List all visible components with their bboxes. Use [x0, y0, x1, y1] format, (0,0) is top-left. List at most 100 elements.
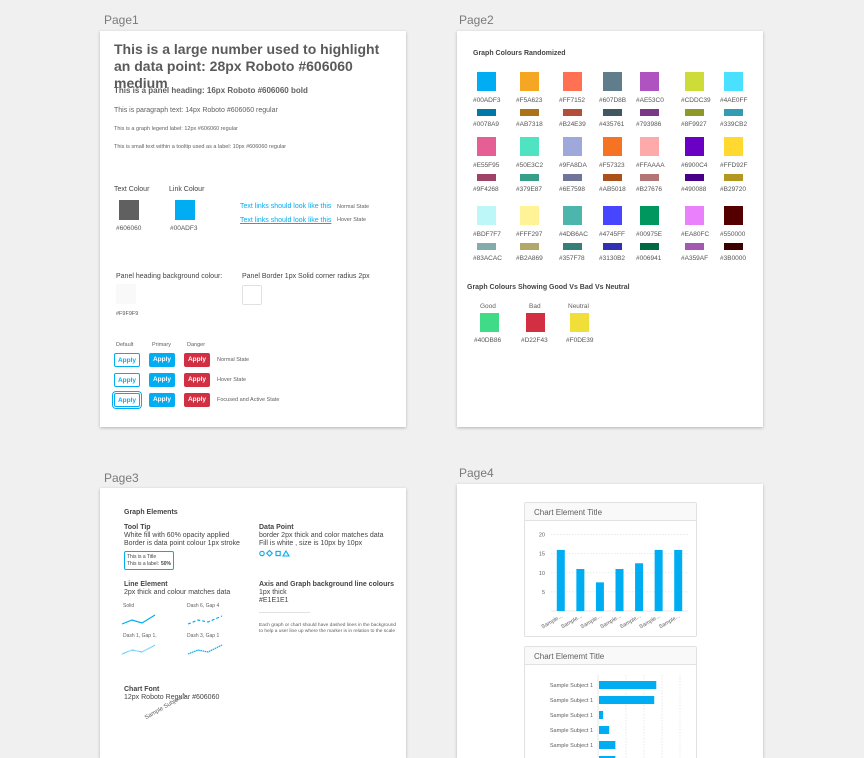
colour-hex-dark: #379E87: [516, 186, 543, 193]
panel-bg-swatch: [116, 284, 136, 304]
state-label-hover: Hover State: [217, 377, 247, 383]
y-tick-label: Sample Subject 1: [550, 713, 593, 719]
colour-swatch-dark: [477, 109, 496, 116]
colour-hex: #EA80FC: [681, 231, 710, 238]
colour-hex-dark: #006941: [636, 255, 662, 262]
colour-swatch: [603, 72, 622, 91]
colour-hex-dark: #435761: [599, 121, 625, 128]
colour-hex: #6900C4: [681, 162, 708, 169]
colour-swatch: [477, 206, 496, 225]
colour-swatch-dark: [563, 109, 582, 116]
bad-label: Bad: [529, 303, 541, 310]
colour-hex-dark: #3130B2: [599, 255, 626, 262]
axis-note-1: Each graph or chart should have dashed l…: [259, 623, 397, 628]
tooltip-heading: Tool Tip: [124, 524, 151, 531]
colour-hex-dark: #B2A869: [516, 255, 543, 262]
square-marker-icon: [275, 550, 281, 557]
colour-swatch: [563, 72, 582, 91]
bar: [635, 563, 644, 611]
apply-default-button-hover[interactable]: Apply: [114, 373, 140, 387]
text-colour-hex: #606060: [116, 225, 142, 232]
axis-desc-1: 1px thick: [259, 589, 287, 596]
colour-hex: #50E3C2: [516, 162, 544, 169]
bar: [674, 549, 683, 611]
line-sample-solid: [121, 614, 156, 625]
colour-swatch-dark: [640, 243, 659, 250]
colour-swatch-dark: [477, 174, 496, 181]
colour-hex-dark: #8F9927: [681, 121, 707, 128]
colour-hex-dark: #793986: [636, 121, 662, 128]
apply-primary-button-focused[interactable]: Apply: [149, 393, 175, 407]
axis-line-sample: [259, 612, 310, 613]
colour-swatch: [477, 72, 496, 91]
y-tick-label: 5: [542, 590, 545, 596]
colour-hex: #00975E: [636, 231, 663, 238]
colour-swatch: [685, 137, 704, 156]
axis-note-2: to help a user line up where the marker …: [259, 629, 395, 634]
colour-swatch: [724, 72, 743, 91]
colour-hex-dark: #A359AF: [681, 255, 709, 262]
apply-primary-button-normal[interactable]: Apply: [149, 353, 175, 367]
colour-hex-dark: #339CB2: [720, 121, 748, 128]
colour-hex: #FFF297: [516, 231, 543, 238]
bar: [654, 549, 663, 611]
panel-bg-label: Panel heading background colour:: [116, 273, 223, 280]
colour-swatch: [563, 137, 582, 156]
colour-hex: #4745FF: [599, 231, 626, 238]
btn-header-default: Default: [116, 342, 134, 348]
bar: [599, 726, 610, 734]
text-colour-swatch: [119, 200, 139, 220]
apply-danger-button-normal[interactable]: Apply: [184, 353, 210, 367]
colour-hex: #F57323: [599, 162, 625, 169]
line-sample-dash3: [187, 644, 223, 655]
axis-heading: Axis and Graph background line colours: [259, 581, 394, 588]
colour-hex: #9FA8DA: [559, 162, 587, 169]
triangle-marker-icon: [282, 549, 290, 557]
chart-card-1: Chart Element Title 5 10 15 20 Sample... Samp…: [524, 502, 697, 637]
page-3: Graph Elements Tool Tip White fill with …: [100, 488, 406, 758]
bar: [599, 696, 655, 704]
apply-danger-button-hover[interactable]: Apply: [184, 373, 210, 387]
colour-swatch-dark: [603, 243, 622, 250]
colour-hex-dark: #B24E39: [559, 121, 586, 128]
apply-primary-button-hover[interactable]: Apply: [149, 373, 175, 387]
page-1: This is a large number used to highlight…: [100, 31, 406, 427]
apply-default-button-focused[interactable]: Apply: [114, 393, 140, 407]
apply-danger-button-focused[interactable]: Apply: [184, 393, 210, 407]
good-hex: #40DB86: [474, 337, 502, 344]
link-colour-swatch: [175, 200, 195, 220]
page-label-2: Page2: [459, 13, 494, 27]
apply-default-button-normal[interactable]: Apply: [114, 353, 140, 367]
chart-font-heading: Chart Font: [124, 686, 160, 693]
chart-2-title: Chart Elememt Title: [534, 652, 605, 661]
page-4: Chart Element Title 5 10 15 20 Sample... Samp…: [457, 484, 763, 758]
colour-swatch: [640, 206, 659, 225]
graph-colours-title: Graph Colours Randomized: [473, 50, 566, 57]
good-swatch: [480, 313, 499, 332]
circle-marker-icon: [259, 550, 265, 557]
link-normal-sample[interactable]: Text links should look like this: [240, 203, 331, 210]
link-hover-sample[interactable]: Text links should look like this: [240, 217, 331, 224]
colour-swatch: [477, 137, 496, 156]
text-colour-label: Text Colour: [114, 186, 150, 193]
datapoint-heading: Data Point: [259, 524, 294, 531]
bar: [595, 582, 604, 611]
page-label-3: Page3: [104, 471, 139, 485]
datapoint-markers: [259, 549, 290, 557]
line-samples: [121, 614, 223, 655]
colour-hex-dark: #AB5018: [599, 186, 626, 193]
line-element-desc: 2px thick and colour matches data: [124, 589, 231, 596]
tooltip-desc-2: Border is data point colour 1px stroke: [124, 540, 240, 547]
colour-hex-dark: #83ACAC: [473, 255, 502, 262]
colour-hex-dark: #490088: [681, 186, 707, 193]
link-hover-state-label: Hover State: [337, 217, 367, 223]
good-bad-neutral-title: Graph Colours Showing Good Vs Bad Vs Neu…: [467, 284, 630, 291]
y-tick-label: Sample Subject 1: [550, 728, 593, 734]
colour-swatch-dark: [477, 243, 496, 250]
bad-hex: #D22F43: [521, 337, 548, 344]
legend-label-sample: This is a graph legend label: 12px #6060…: [114, 126, 238, 132]
colour-swatch-dark: [520, 109, 539, 116]
colour-hex-dark: #AB7318: [516, 121, 543, 128]
colour-hex-dark: #B27676: [636, 186, 663, 193]
y-tick-label: Sample Subject 1: [550, 698, 593, 704]
